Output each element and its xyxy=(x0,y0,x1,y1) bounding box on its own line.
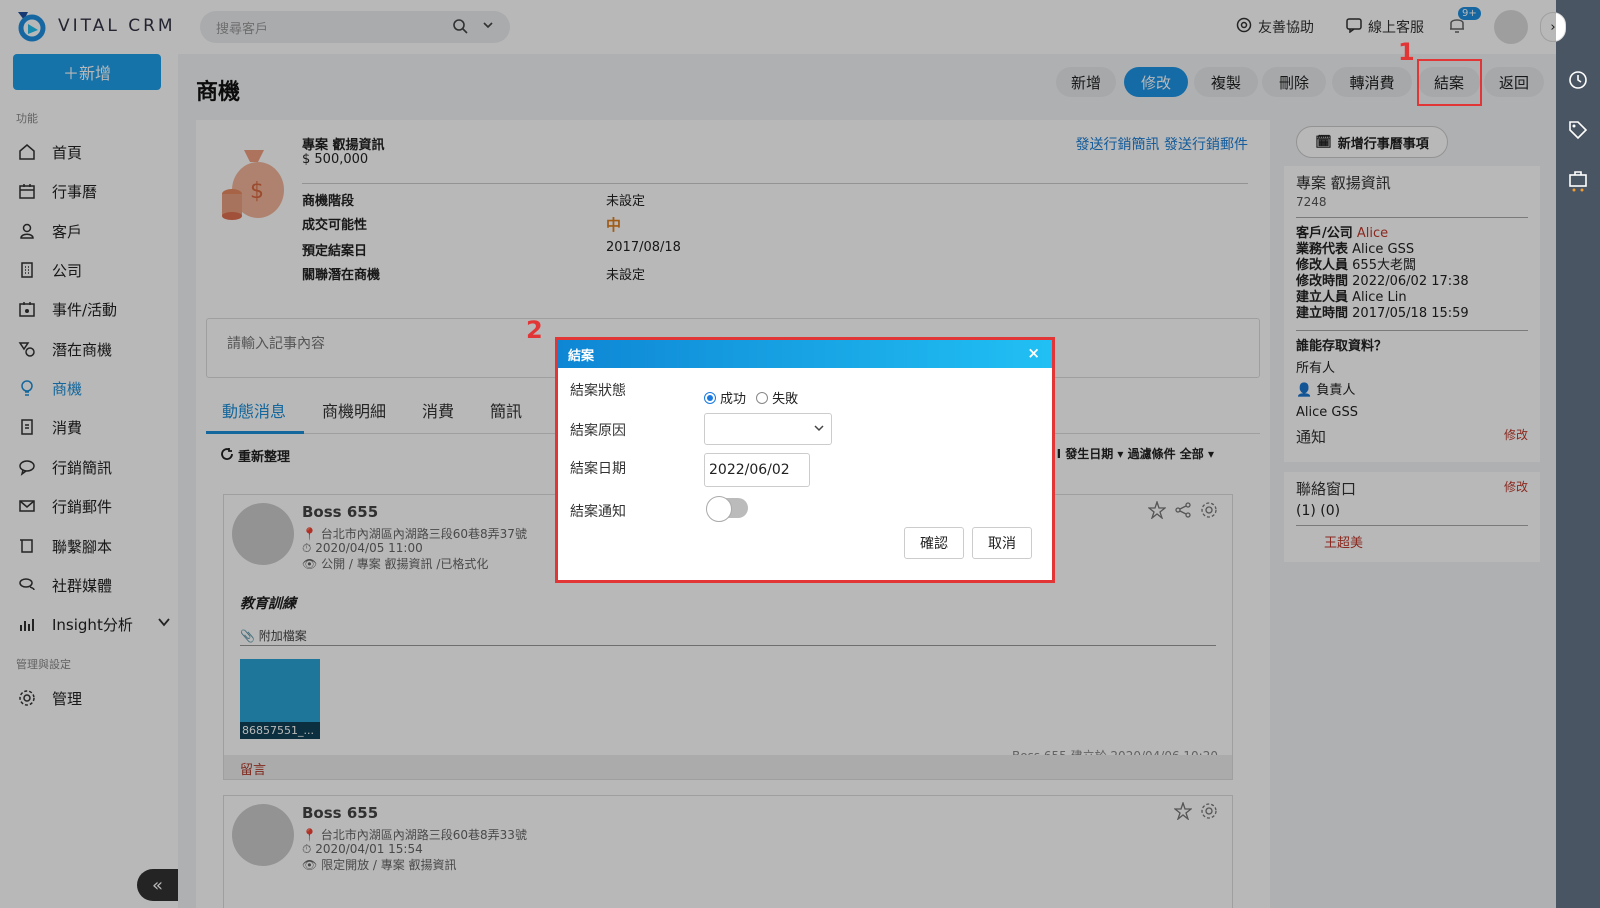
dialog-title: 結案 xyxy=(568,348,595,364)
status-label: 結案狀態 xyxy=(570,383,626,399)
close-case-dialog: 結案 × 結案狀態 成功 失敗 結案原因 結案日期 2022/06/02 結案通知… xyxy=(555,337,1055,583)
date-input[interactable]: 2022/06/02 xyxy=(704,453,810,487)
cancel-button[interactable]: 取消 xyxy=(972,527,1032,559)
step-marker-1: 1 xyxy=(1398,38,1415,66)
chevron-down-icon xyxy=(813,422,825,438)
radio-fail[interactable] xyxy=(756,392,769,404)
status-radio-group: 成功 失敗 xyxy=(704,388,798,407)
close-icon[interactable]: × xyxy=(1027,344,1040,362)
radio-success-label: 成功 xyxy=(720,392,747,407)
confirm-button[interactable]: 確認 xyxy=(904,527,964,559)
right-toolbar xyxy=(1556,0,1600,908)
radio-fail-label: 失敗 xyxy=(772,392,799,407)
date-label: 結案日期 xyxy=(570,461,626,477)
briefcase-icon[interactable] xyxy=(1568,170,1588,192)
step-marker-2: 2 xyxy=(526,316,543,344)
clock-icon[interactable] xyxy=(1568,70,1588,90)
reason-select[interactable] xyxy=(704,413,832,445)
tag-icon[interactable] xyxy=(1568,120,1588,140)
notify-toggle[interactable] xyxy=(706,496,748,522)
reason-label: 結案原因 xyxy=(570,423,626,439)
notify-label: 結案通知 xyxy=(570,504,626,520)
highlight-box xyxy=(1417,59,1482,106)
dialog-header: 結案 × xyxy=(558,340,1052,368)
radio-success[interactable] xyxy=(704,392,716,404)
